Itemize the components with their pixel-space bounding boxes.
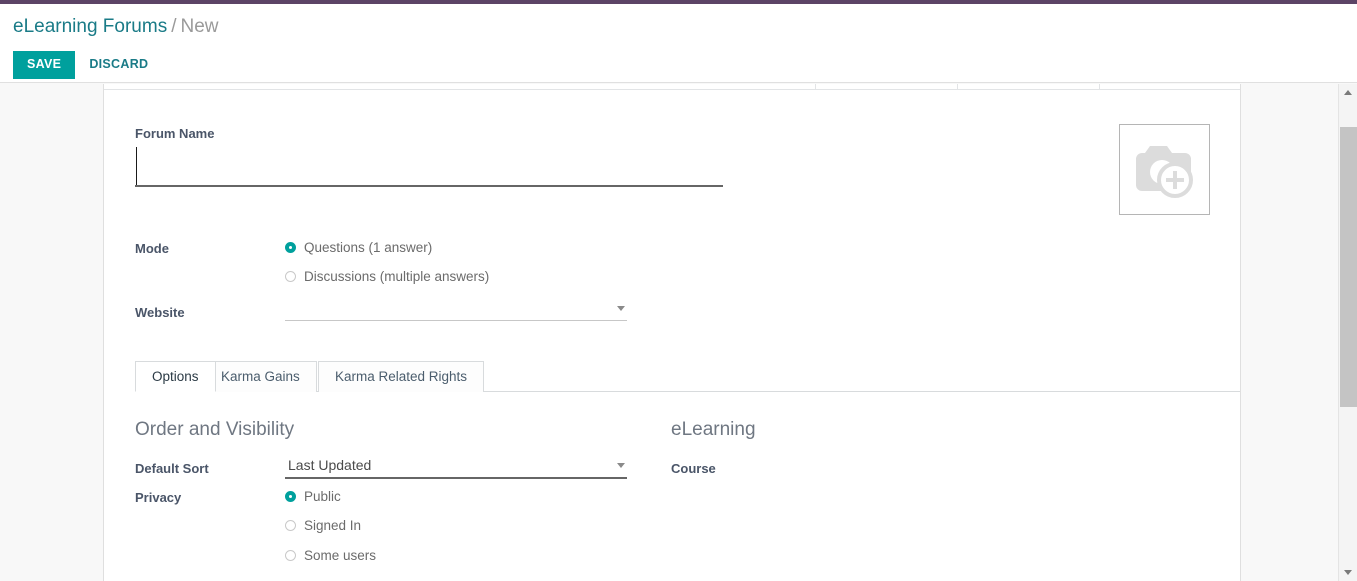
chevron-up-icon	[1344, 90, 1352, 95]
default-sort-select[interactable]: Last Updated	[285, 455, 627, 479]
control-panel: eLearning Forums / New SAVE DISCARD	[0, 4, 1357, 83]
privacy-option-label: Public	[304, 489, 341, 504]
mode-label: Mode	[135, 241, 169, 256]
tab-karma-gains[interactable]: Karma Gains	[204, 361, 317, 392]
text-cursor	[136, 147, 137, 185]
default-sort-label: Default Sort	[135, 461, 209, 476]
stat-button-divider	[815, 84, 816, 90]
privacy-option-signed-in[interactable]: Signed In	[285, 517, 361, 535]
vertical-scrollbar[interactable]	[1338, 84, 1357, 581]
notebook-tabs: Options Karma Gains Karma Related Rights	[135, 361, 1240, 392]
tab-karma-related-rights[interactable]: Karma Related Rights	[318, 361, 485, 392]
breadcrumb-current: New	[180, 16, 219, 37]
mode-option-label: Discussions (multiple answers)	[304, 269, 490, 284]
radio-icon-selected[interactable]	[285, 242, 296, 253]
radio-icon[interactable]	[285, 520, 296, 531]
privacy-option-label: Some users	[304, 548, 377, 563]
privacy-label: Privacy	[135, 490, 182, 505]
breadcrumb-root-link[interactable]: eLearning Forums	[13, 16, 167, 37]
radio-icon[interactable]	[285, 550, 296, 561]
privacy-option-some-users[interactable]: Some users	[285, 547, 376, 565]
mode-option-discussions[interactable]: Discussions (multiple answers)	[285, 268, 489, 286]
default-sort-value: Last Updated	[288, 457, 372, 473]
mode-option-questions[interactable]: Questions (1 answer)	[285, 239, 432, 257]
scroll-down-button[interactable]	[1339, 563, 1357, 581]
forum-image-upload[interactable]	[1119, 124, 1210, 215]
app-window: eLearning Forums / New SAVE DISCARD Foru…	[0, 0, 1357, 581]
forum-name-label: Forum Name	[135, 126, 215, 141]
form-view-scroll-area: Forum Name Mode Questions (1 answer) Dis…	[0, 84, 1338, 581]
breadcrumb: eLearning Forums / New	[13, 13, 219, 41]
chevron-down-icon	[617, 463, 625, 468]
radio-icon-selected[interactable]	[285, 491, 296, 502]
control-panel-buttons: SAVE DISCARD	[13, 51, 158, 79]
tab-options[interactable]: Options	[135, 361, 216, 392]
chevron-down-icon	[617, 306, 625, 311]
scroll-thumb[interactable]	[1340, 127, 1357, 407]
radio-icon[interactable]	[285, 271, 296, 282]
breadcrumb-separator: /	[171, 16, 177, 37]
scroll-up-button[interactable]	[1339, 84, 1357, 102]
forum-name-input[interactable]	[135, 143, 723, 187]
stat-button-bar	[104, 84, 1240, 90]
stat-button-divider	[957, 84, 958, 90]
privacy-option-label: Signed In	[304, 518, 362, 533]
camera-plus-placeholder-icon	[1136, 146, 1193, 198]
form-sheet-inner: Forum Name Mode Questions (1 answer) Dis…	[104, 91, 1240, 581]
stat-button-divider	[1099, 84, 1100, 90]
mode-option-label: Questions (1 answer)	[304, 240, 433, 255]
chevron-down-icon	[1344, 570, 1352, 575]
website-label: Website	[135, 305, 185, 320]
elearning-group-title: eLearning	[671, 419, 756, 440]
discard-button[interactable]: DISCARD	[75, 51, 158, 79]
website-select[interactable]	[285, 298, 627, 321]
course-label: Course	[671, 461, 716, 476]
order-and-visibility-group-title: Order and Visibility	[135, 419, 295, 440]
privacy-option-public[interactable]: Public	[285, 488, 341, 506]
save-button[interactable]: SAVE	[13, 51, 76, 79]
